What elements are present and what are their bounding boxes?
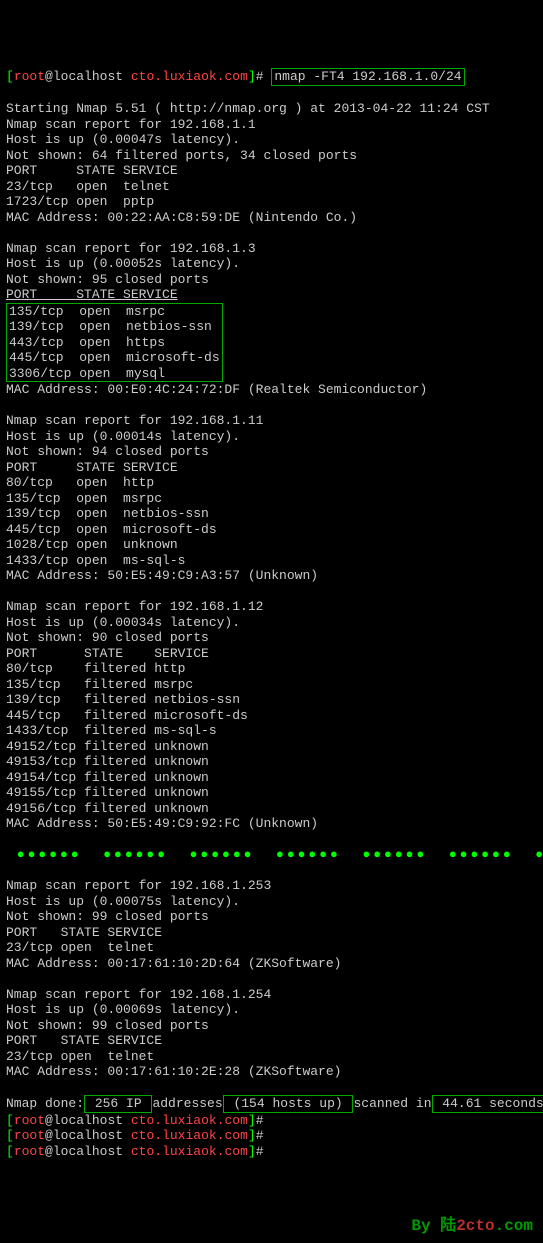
host3-port: 135/tcp open msrpc — [6, 491, 162, 506]
host1-hdr: PORT STATE SERVICE — [6, 163, 178, 178]
nmap-done-line: Nmap done: 256 IP addresses (154 hosts u… — [6, 1096, 543, 1111]
host6-up: Host is up (0.00069s latency). — [6, 1002, 240, 1017]
done-sec: 44.61 seconds — [432, 1095, 543, 1113]
rb: ] — [248, 69, 256, 84]
done-up: (154 hosts up) — [223, 1095, 354, 1113]
prompt-line-3[interactable]: [root@localhost cto.luxiaok.com]# — [6, 1128, 264, 1143]
host3-port: 139/tcp open netbios-ssn — [6, 506, 209, 521]
host6-mac: MAC Address: 00:17:61:10:2E:28 (ZKSoftwa… — [6, 1064, 341, 1079]
host4-report: Nmap scan report for 192.168.1.12 — [6, 599, 263, 614]
host2-port: 443/tcp open https — [9, 335, 165, 350]
host4-port: 1433/tcp filtered ms-sql-s — [6, 723, 217, 738]
host2-up: Host is up (0.00052s latency). — [6, 256, 240, 271]
host6-report: Nmap scan report for 192.168.1.254 — [6, 987, 271, 1002]
prompt-line-4[interactable]: [root@localhost cto.luxiaok.com]# — [6, 1144, 264, 1159]
host3-up: Host is up (0.00014s latency). — [6, 429, 240, 444]
host5-hdr: PORT STATE SERVICE — [6, 925, 162, 940]
host1-up: Host is up (0.00047s latency). — [6, 132, 240, 147]
host2-ports-box: 135/tcp open msrpc 139/tcp open netbios-… — [6, 303, 223, 383]
host5-notshown: Not shown: 99 closed ports — [6, 909, 209, 924]
host6-port: 23/tcp open telnet — [6, 1049, 154, 1064]
command[interactable]: nmap -FT4 192.168.1.0/24 — [271, 68, 464, 86]
lb: [ — [6, 69, 14, 84]
host2-port: 3306/tcp open mysql — [9, 366, 165, 381]
host3-mac: MAC Address: 50:E5:49:C9:A3:57 (Unknown) — [6, 568, 318, 583]
host2-port: 135/tcp open msrpc — [9, 304, 165, 319]
host: localhost — [53, 69, 123, 84]
host4-port: 49155/tcp filtered unknown — [6, 785, 209, 800]
host1-port: 1723/tcp open pptp — [6, 194, 154, 209]
host6-hdr: PORT STATE SERVICE — [6, 1033, 162, 1048]
host1-report: Nmap scan report for 192.168.1.1 — [6, 117, 256, 132]
host2-report: Nmap scan report for 192.168.1.3 — [6, 241, 256, 256]
done-mid2: scanned in — [353, 1096, 431, 1111]
prompt-line: [root@localhost cto.luxiaok.com]# nmap -… — [6, 69, 465, 84]
host1-notshown: Not shown: 64 filtered ports, 34 closed … — [6, 148, 357, 163]
host4-notshown: Not shown: 90 closed ports — [6, 630, 209, 645]
host3-hdr: PORT STATE SERVICE — [6, 460, 178, 475]
host4-mac: MAC Address: 50:E5:49:C9:92:FC (Unknown) — [6, 816, 318, 831]
host4-up: Host is up (0.00034s latency). — [6, 615, 240, 630]
done-pre: Nmap done: — [6, 1096, 84, 1111]
host1-mac: MAC Address: 00:22:AA:C8:59:DE (Nintendo… — [6, 210, 357, 225]
host5-up: Host is up (0.00075s latency). — [6, 894, 240, 909]
host3-notshown: Not shown: 94 closed ports — [6, 444, 209, 459]
host4-port: 135/tcp filtered msrpc — [6, 677, 193, 692]
at: @ — [45, 69, 53, 84]
host3-port: 1028/tcp open unknown — [6, 537, 178, 552]
host4-hdr: PORT STATE SERVICE — [6, 646, 209, 661]
host2-mac: MAC Address: 00:E0:4C:24:72:DF (Realtek … — [6, 382, 427, 397]
host2-port: 139/tcp open netbios-ssn — [9, 319, 212, 334]
host4-port: 49152/tcp filtered unknown — [6, 739, 209, 754]
host5-mac: MAC Address: 00:17:61:10:2D:64 (ZKSoftwa… — [6, 956, 341, 971]
host5-report: Nmap scan report for 192.168.1.253 — [6, 878, 271, 893]
host2-notshown: Not shown: 95 closed ports — [6, 272, 209, 287]
hash: # — [256, 69, 264, 84]
host3-port: 1433/tcp open ms-sql-s — [6, 553, 185, 568]
host2-hdr: PORT STATE SERVICE — [6, 287, 178, 302]
done-ip: 256 IP — [84, 1095, 152, 1113]
host3-report: Nmap scan report for 192.168.1.11 — [6, 413, 263, 428]
host2-port: 445/tcp open microsoft-ds — [9, 350, 220, 365]
host4-port: 139/tcp filtered netbios-ssn — [6, 692, 240, 707]
host5-port: 23/tcp open telnet — [6, 940, 154, 955]
path: cto.luxiaok.com — [131, 69, 248, 84]
host3-port: 445/tcp open microsoft-ds — [6, 522, 217, 537]
watermark: By 陆2cto.com — [411, 1219, 533, 1235]
host4-port: 49153/tcp filtered unknown — [6, 754, 209, 769]
host6-notshown: Not shown: 99 closed ports — [6, 1018, 209, 1033]
host4-port: 49154/tcp filtered unknown — [6, 770, 209, 785]
host1-port: 23/tcp open telnet — [6, 179, 170, 194]
done-mid1: addresses — [152, 1096, 222, 1111]
nmap-start: Starting Nmap 5.51 ( http://nmap.org ) a… — [6, 101, 490, 116]
host4-port: 49156/tcp filtered unknown — [6, 801, 209, 816]
host4-port: 80/tcp filtered http — [6, 661, 185, 676]
prompt-line-2[interactable]: [root@localhost cto.luxiaok.com]# — [6, 1113, 264, 1128]
host4-port: 445/tcp filtered microsoft-ds — [6, 708, 248, 723]
ellipsis-row: ●●●●●● ●●●●●● ●●●●●● ●●●●●● ●●●●●● ●●●●●… — [6, 847, 543, 862]
host3-port: 80/tcp open http — [6, 475, 154, 490]
user: root — [14, 69, 45, 84]
